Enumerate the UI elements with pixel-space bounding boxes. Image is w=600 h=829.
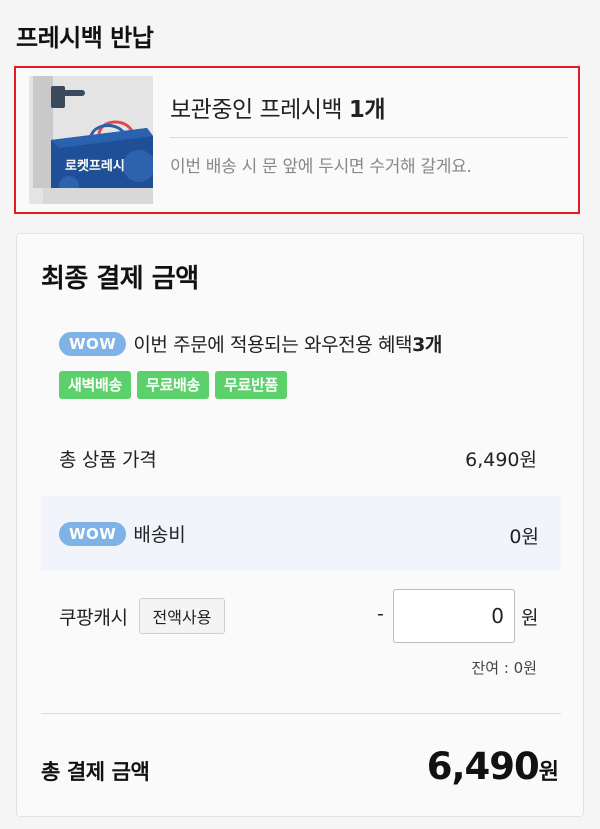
shipping-wow-badge: WOW xyxy=(59,521,127,546)
wow-badge: WOW xyxy=(59,331,127,356)
cash-amount-input[interactable] xyxy=(393,589,515,643)
total-payment-amount: 6,490 xyxy=(426,745,540,788)
freshbag-description: 이번 배송 시 문 앞에 두시면 수거해 갈게요. xyxy=(170,157,472,177)
benefit-text: 이번 주문에 적용되는 와우전용 혜택 xyxy=(133,334,413,356)
total-payment-label: 총 결제 금액 xyxy=(41,760,150,784)
payment-title: 최종 결제 금액 xyxy=(41,264,199,294)
cash-balance: 잔여 : 0원 xyxy=(471,659,537,677)
freshbag-count: 1개 xyxy=(348,97,386,123)
tag-dawn-delivery: 새벽배송 xyxy=(59,371,132,399)
shipping-row: WOW 배송비 0원 xyxy=(41,496,561,571)
shipping-value: 0원 xyxy=(509,526,539,548)
product-total-value: 6,490원 xyxy=(465,449,537,471)
tag-free-return: 무료반품 xyxy=(215,371,288,399)
total-payment-value: 6,490원 xyxy=(427,745,559,788)
shipping-label: 배송비 xyxy=(133,524,186,546)
freshbag-logo-text: 로켓프레시 xyxy=(65,158,125,174)
total-payment-unit: 원 xyxy=(538,760,559,785)
total-divider xyxy=(41,713,561,714)
use-all-cash-button[interactable]: 전액사용 xyxy=(139,598,225,634)
coupang-cash-label: 쿠팡캐시 xyxy=(59,607,128,629)
freshbag-image: 로켓프레시 xyxy=(29,76,153,204)
section-title: 프레시백 반납 xyxy=(16,24,154,52)
cash-unit: 원 xyxy=(521,607,539,629)
cash-minus-sign: - xyxy=(377,603,384,625)
wow-benefit-line: WOW 이번 주문에 적용되는 와우전용 혜택3개 xyxy=(59,330,442,357)
freshbag-card[interactable]: 로켓프레시 보관중인 프레시백 1개 이번 배송 시 문 앞에 두시면 수거해 … xyxy=(14,66,580,214)
freshbag-title: 보관중인 프레시백 1개 xyxy=(170,90,386,124)
freshbag-title-prefix: 보관중인 프레시백 xyxy=(170,97,343,123)
payment-summary-panel: 최종 결제 금액 WOW 이번 주문에 적용되는 와우전용 혜택3개 새벽배송 … xyxy=(16,233,584,817)
tag-free-shipping: 무료배송 xyxy=(137,371,210,399)
freshbag-divider xyxy=(170,137,568,138)
benefit-tags: 새벽배송 무료배송 무료반품 xyxy=(59,371,288,399)
benefit-count: 3개 xyxy=(412,334,443,356)
product-total-label: 총 상품 가격 xyxy=(59,449,157,471)
